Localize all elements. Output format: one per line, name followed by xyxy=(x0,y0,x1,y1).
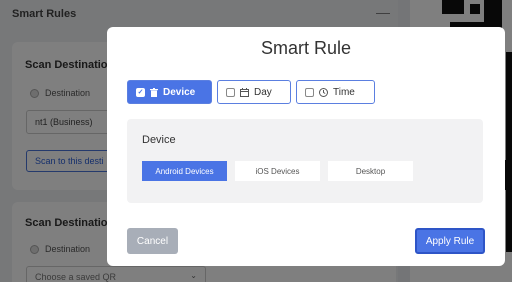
rule-type-tabs: ✓ Device Day Time xyxy=(127,80,375,104)
option-android-devices[interactable]: Android Devices xyxy=(142,161,227,181)
tab-time-label: Time xyxy=(333,86,355,98)
checkbox-icon[interactable] xyxy=(226,87,235,97)
device-panel: Device Android Devices iOS Devices Deskt… xyxy=(127,119,483,203)
cancel-button[interactable]: Cancel xyxy=(127,228,178,254)
checkbox-checked-icon[interactable]: ✓ xyxy=(136,87,145,97)
tab-day-label: Day xyxy=(254,86,272,98)
tab-time[interactable]: Time xyxy=(296,80,375,104)
option-ios-devices[interactable]: iOS Devices xyxy=(235,161,320,181)
checkbox-icon[interactable] xyxy=(305,87,314,97)
option-desktop[interactable]: Desktop xyxy=(328,161,413,181)
clock-icon xyxy=(319,87,328,97)
tab-device-label: Device xyxy=(163,86,196,98)
smart-rule-modal: Smart Rule ✓ Device Day Time Device Andr… xyxy=(107,27,505,266)
trash-icon xyxy=(150,87,158,97)
tab-device[interactable]: ✓ Device xyxy=(127,80,212,104)
device-options: Android Devices iOS Devices Desktop xyxy=(142,161,413,181)
tab-day[interactable]: Day xyxy=(217,80,291,104)
apply-rule-button[interactable]: Apply Rule xyxy=(415,228,485,254)
modal-title: Smart Rule xyxy=(260,38,352,58)
calendar-icon xyxy=(240,87,249,97)
device-panel-label: Device xyxy=(142,134,176,146)
